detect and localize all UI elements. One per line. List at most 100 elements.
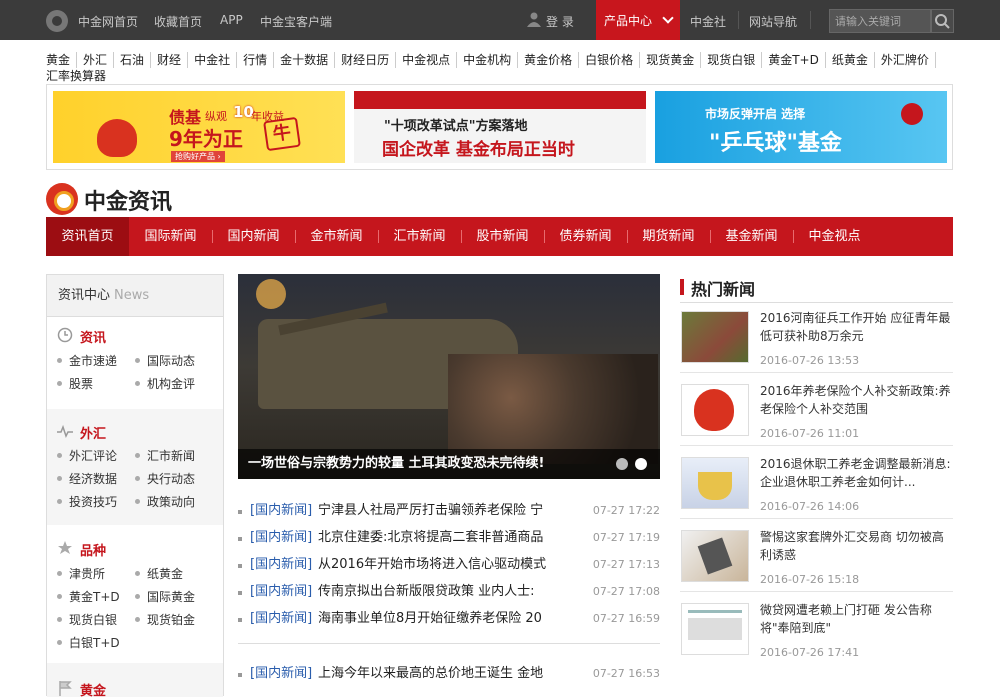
sidebar-section-title[interactable]: 品种 (80, 540, 106, 559)
brand-logo-icon[interactable] (46, 183, 78, 215)
hot-news-item[interactable]: 2016河南征兵工作开始 应征青年最低可获补助8万余元 2016-07-26 1… (680, 311, 953, 377)
sidebar-link[interactable]: 机构金评 (135, 375, 195, 392)
quicknav-item[interactable]: 金十数据 (280, 52, 336, 68)
hot-news-item[interactable]: 警惕这家套牌外汇交易商 切勿被高利诱惑 2016-07-26 15:18 (680, 530, 953, 596)
sidebar-section-title[interactable]: 黄金 (80, 680, 106, 699)
quicknav-item[interactable]: 现货白银 (707, 52, 763, 68)
quicknav-item[interactable]: 石油 (120, 52, 152, 68)
hot-news-item[interactable]: 2016年养老保险个人补交新政策:养老保险个人补交范围 2016-07-26 1… (680, 384, 953, 450)
ad-soe-reform[interactable]: "十项改革试点"方案落地 国企改革 基金布局正当时 (354, 91, 646, 163)
sidebar-link[interactable]: 政策动向 (135, 493, 195, 510)
site-logo-icon[interactable] (46, 10, 68, 32)
nav-item-fund[interactable]: 基金新闻 (710, 217, 793, 256)
top-link-client[interactable]: 中金宝客户端 (260, 13, 332, 30)
sidebar-link[interactable]: 央行动态 (135, 470, 195, 487)
sidebar-link[interactable]: 黄金T+D (57, 588, 120, 605)
sidebar-link[interactable]: 外汇评论 (57, 447, 117, 464)
carousel-dot[interactable] (616, 458, 628, 470)
hot-news-thumbnail[interactable] (681, 530, 749, 582)
news-category[interactable]: [国内新闻] (250, 498, 312, 524)
nav-item-futures[interactable]: 期货新闻 (627, 217, 710, 256)
news-category[interactable]: [国内新闻] (250, 661, 312, 687)
hot-news-headline[interactable]: 2016年养老保险个人补交新政策:养老保险个人补交范围 (760, 382, 953, 418)
quicknav-item[interactable]: 黄金价格 (524, 52, 580, 68)
top-link-favorite[interactable]: 收藏首页 (154, 13, 202, 30)
nav-item-viewpoint[interactable]: 中金视点 (793, 217, 876, 256)
news-title[interactable]: 北京住建委:北京将提高二套非普通商品 (318, 525, 558, 551)
news-row[interactable]: [国内新闻] 宁津县人社局严厉打击骗领养老保险 宁 07-27 17:22 (238, 498, 660, 524)
ad-bond-fund[interactable]: 债基 纵观 10 年收益 9年为正 牛 抢购好产品 › (53, 91, 345, 163)
quicknav-item[interactable]: 黄金 (46, 52, 78, 68)
sidebar-link[interactable]: 金市速递 (57, 352, 117, 369)
quicknav-item[interactable]: 财经日历 (341, 52, 397, 68)
hot-news-thumbnail[interactable] (681, 603, 749, 655)
news-category[interactable]: [国内新闻] (250, 606, 312, 632)
sidebar-link[interactable]: 汇市新闻 (135, 447, 195, 464)
nav-item-forex[interactable]: 汇市新闻 (378, 217, 461, 256)
news-category[interactable]: [国内新闻] (250, 525, 312, 551)
quicknav-item[interactable]: 外汇牌价 (881, 52, 936, 68)
hero-caption[interactable]: 一场世俗与宗教势力的较量 土耳其政变恐未完待续! (238, 449, 660, 479)
nav-item-home[interactable]: 资讯首页 (46, 217, 129, 256)
sidebar-link[interactable]: 国际动态 (135, 352, 195, 369)
quicknav-item[interactable]: 中金社 (194, 52, 238, 68)
sidebar-link[interactable]: 纸黄金 (135, 565, 183, 582)
top-link-zhongjinshe[interactable]: 中金社 (690, 13, 726, 30)
hot-news-headline[interactable]: 微贷网遭老赖上门打砸 发公告称将"奉陪到底" (760, 601, 953, 637)
nav-item-gold[interactable]: 金市新闻 (295, 217, 378, 256)
hot-news-item[interactable]: 微贷网遭老赖上门打砸 发公告称将"奉陪到底" 2016-07-26 17:41 (680, 603, 953, 669)
top-link-home[interactable]: 中金网首页 (78, 13, 138, 30)
ad-pingpong-fund[interactable]: 市场反弹开启 选择 "乒乓球"基金 (655, 91, 947, 163)
news-row[interactable]: [国内新闻] 北京住建委:北京将提高二套非普通商品 07-27 17:19 (238, 525, 660, 551)
news-title[interactable]: 从2016年开始市场将进入信心驱动模式 (318, 552, 558, 578)
news-title[interactable]: 海南事业单位8月开始征缴养老保险 20 (318, 606, 558, 632)
quicknav-item[interactable]: 中金机构 (463, 52, 519, 68)
news-title[interactable]: 宁津县人社局严厉打击骗领养老保险 宁 (318, 498, 558, 524)
sidebar-link[interactable]: 投资技巧 (57, 493, 117, 510)
quicknav-item[interactable]: 纸黄金 (832, 52, 875, 68)
sidebar-link[interactable]: 国际黄金 (135, 588, 195, 605)
sidebar-section-title[interactable]: 外汇 (80, 423, 106, 442)
search-input[interactable] (829, 9, 931, 33)
nav-item-stock[interactable]: 股市新闻 (461, 217, 544, 256)
hero-image[interactable]: 一场世俗与宗教势力的较量 土耳其政变恐未完待续! (238, 274, 660, 479)
quicknav-item[interactable]: 现货黄金 (646, 52, 702, 68)
hot-news-thumbnail[interactable] (681, 384, 749, 436)
sidebar-link[interactable]: 现货白银 (57, 611, 117, 628)
news-category[interactable]: [国内新闻] (250, 552, 312, 578)
sidebar-link[interactable]: 津贵所 (57, 565, 105, 582)
quicknav-item[interactable]: 白银价格 (585, 52, 641, 68)
nav-item-domestic[interactable]: 国内新闻 (212, 217, 295, 256)
login-link[interactable]: 登 录 (546, 13, 574, 30)
hot-news-headline[interactable]: 2016退休职工养老金调整最新消息:企业退休职工养老金如何计... (760, 455, 953, 491)
quicknav-item[interactable]: 中金视点 (402, 52, 458, 68)
hot-news-thumbnail[interactable] (681, 311, 749, 363)
hot-news-headline[interactable]: 警惕这家套牌外汇交易商 切勿被高利诱惑 (760, 528, 953, 564)
sidebar-link[interactable]: 股票 (57, 375, 93, 392)
hot-news-headline[interactable]: 2016河南征兵工作开始 应征青年最低可获补助8万余元 (760, 309, 953, 345)
sidebar-link[interactable]: 经济数据 (57, 470, 117, 487)
quicknav-item[interactable]: 行情 (243, 52, 275, 68)
sidebar-link[interactable]: 现货铂金 (135, 611, 195, 628)
news-title[interactable]: 传南京拟出台新版限贷政策 业内人士: (318, 579, 558, 605)
sidebar-link[interactable]: 白银T+D (57, 634, 120, 651)
quicknav-item[interactable]: 外汇 (83, 52, 115, 68)
quicknav-item[interactable]: 汇率换算器 (46, 68, 112, 84)
brand-name[interactable]: 中金资讯 (84, 184, 172, 216)
news-row[interactable]: [国内新闻] 海南事业单位8月开始征缴养老保险 20 07-27 16:59 (238, 606, 660, 632)
top-link-site-nav[interactable]: 网站导航 (749, 13, 797, 30)
quicknav-item[interactable]: 财经 (157, 52, 189, 68)
nav-item-international[interactable]: 国际新闻 (129, 217, 212, 256)
top-link-app[interactable]: APP (220, 13, 243, 27)
carousel-dot-active[interactable] (635, 458, 647, 470)
search-button[interactable] (931, 9, 954, 33)
sidebar-section-title[interactable]: 资讯 (80, 327, 106, 346)
hot-news-thumbnail[interactable] (681, 457, 749, 509)
news-category[interactable]: [国内新闻] (250, 579, 312, 605)
quicknav-item[interactable]: 黄金T+D (768, 52, 826, 68)
news-row[interactable]: [国内新闻] 上海今年以来最高的总价地王诞生 金地 07-27 16:53 (238, 661, 660, 687)
hot-news-item[interactable]: 2016退休职工养老金调整最新消息:企业退休职工养老金如何计... 2016-0… (680, 457, 953, 523)
nav-item-bond[interactable]: 债券新闻 (544, 217, 627, 256)
news-row[interactable]: [国内新闻] 传南京拟出台新版限贷政策 业内人士: 07-27 17:08 (238, 579, 660, 605)
news-row[interactable]: [国内新闻] 从2016年开始市场将进入信心驱动模式 07-27 17:13 (238, 552, 660, 578)
